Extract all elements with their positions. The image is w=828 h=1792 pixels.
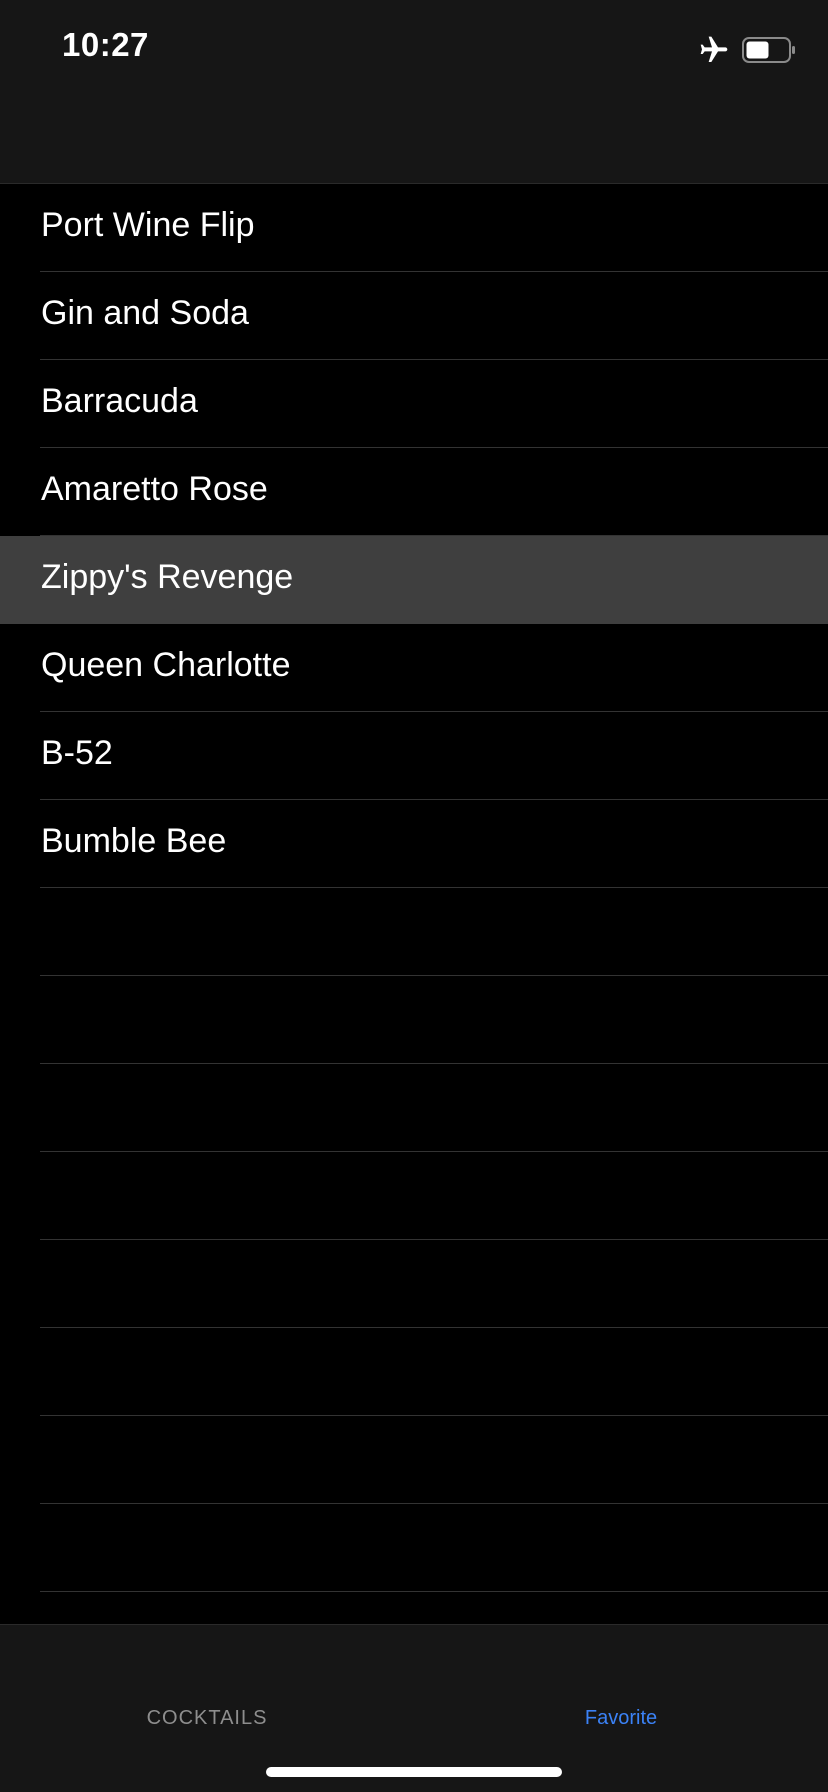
list-item-label: Zippy's Revenge: [41, 558, 294, 596]
empty-row: [0, 976, 828, 1064]
empty-row: [0, 1504, 828, 1592]
list-item[interactable]: B-52: [0, 712, 828, 800]
empty-row: [0, 1416, 828, 1504]
list-item[interactable]: Amaretto Rose: [0, 448, 828, 536]
tab-favorite[interactable]: Favorite: [414, 1625, 828, 1729]
tab-cocktails[interactable]: COCKTAILS: [0, 1625, 414, 1729]
screen: 10:27 Port Wine Flip Gin and Soda Barrac…: [0, 0, 828, 1792]
empty-row: [0, 888, 828, 976]
status-and-navigation-bar: 10:27: [0, 0, 828, 184]
list-item[interactable]: Barracuda: [0, 360, 828, 448]
row-divider: [40, 1591, 828, 1592]
home-indicator[interactable]: [266, 1767, 562, 1777]
empty-row: [0, 1152, 828, 1240]
empty-row: [0, 1328, 828, 1416]
list-item-selected[interactable]: Zippy's Revenge: [0, 536, 828, 624]
list-item-label: Queen Charlotte: [41, 646, 291, 684]
empty-row: [0, 1240, 828, 1328]
empty-row: [0, 1064, 828, 1152]
cocktail-list: Port Wine Flip Gin and Soda Barracuda Am…: [0, 184, 828, 1592]
tab-bar: COCKTAILS Favorite: [0, 1624, 828, 1792]
tab-cocktails-label: COCKTAILS: [146, 1707, 268, 1729]
list-item[interactable]: Gin and Soda: [0, 272, 828, 360]
list-item[interactable]: Port Wine Flip: [0, 184, 828, 272]
tab-favorite-label: Favorite: [584, 1707, 658, 1729]
status-time: 10:27: [62, 26, 149, 63]
airplane-icon: [700, 36, 728, 62]
list-item[interactable]: Bumble Bee: [0, 800, 828, 888]
list-item-label: Bumble Bee: [41, 822, 227, 860]
list-item-label: Barracuda: [41, 382, 198, 420]
list-item-label: B-52: [41, 734, 113, 772]
list-item-label: Gin and Soda: [41, 294, 249, 332]
list-item-label: Amaretto Rose: [41, 470, 268, 508]
list-item[interactable]: Queen Charlotte: [0, 624, 828, 712]
list-item-label: Port Wine Flip: [41, 206, 255, 244]
battery-icon: [742, 37, 795, 63]
